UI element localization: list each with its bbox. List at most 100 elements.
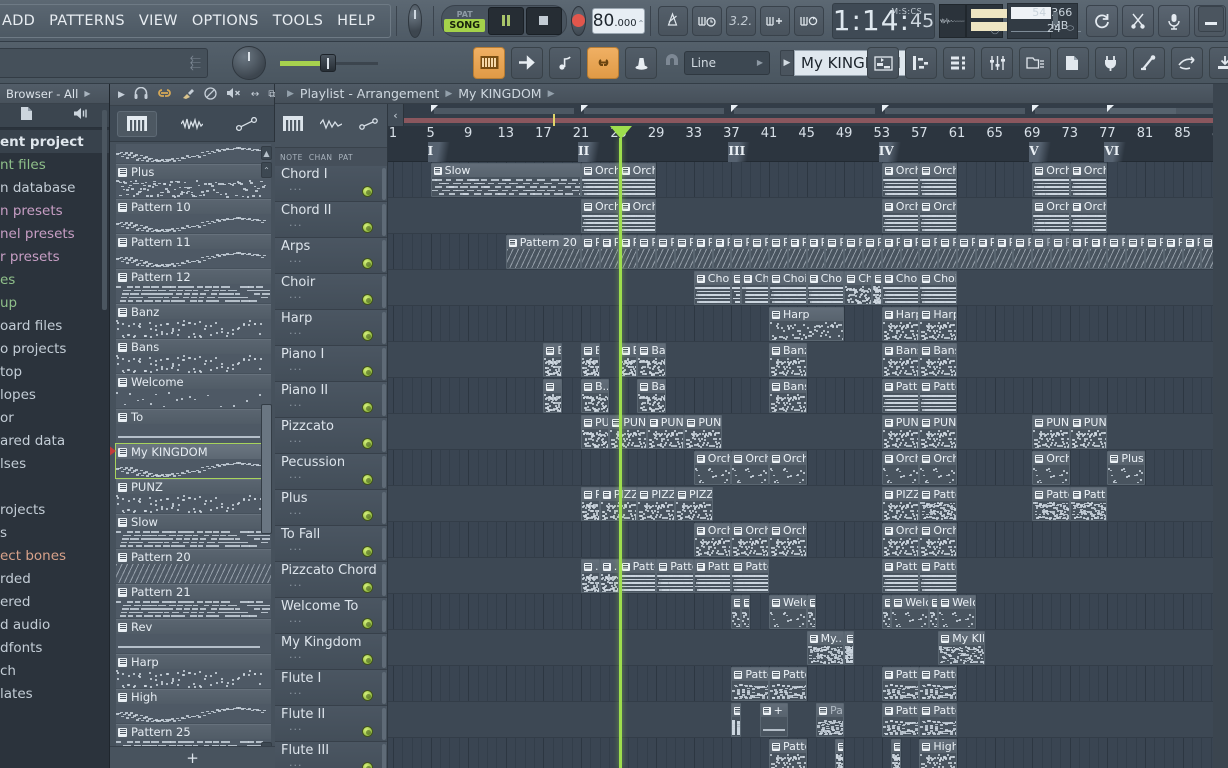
pattern-name-row[interactable]: Plus: [116, 164, 271, 179]
playlist-clip[interactable]: Pa..: [599, 235, 619, 269]
track-enable-led[interactable]: [362, 294, 373, 305]
track-header[interactable]: Pizzcato ···: [275, 418, 387, 454]
playlist-clip[interactable]: My..DOM: [806, 631, 845, 665]
metronome-icon[interactable]: [657, 5, 688, 36]
playlist-clip[interactable]: Choir Ooh: [769, 271, 807, 305]
magnet-icon[interactable]: [664, 53, 680, 72]
playlist-clip[interactable]: [834, 739, 845, 768]
playlist-clip[interactable]: Pa..: [1163, 235, 1183, 269]
playlist-clip[interactable]: Orchestral #3: [1032, 163, 1070, 197]
track-header[interactable]: My Kingdom ···: [275, 634, 387, 670]
playlist-clip[interactable]: Pa..: [712, 235, 732, 269]
playlist-clip[interactable]: Banz: [637, 343, 666, 377]
playlist-clip[interactable]: Orchestral #2: [618, 199, 657, 233]
scissors-icon[interactable]: [1122, 4, 1154, 37]
track-resize-handle[interactable]: [382, 420, 386, 452]
playlist-clip[interactable]: [806, 595, 816, 629]
playlist-clip[interactable]: Orche..ral #2: [919, 199, 957, 233]
track-enable-led[interactable]: [362, 690, 373, 701]
pattern-scroll-thumb-top[interactable]: ⌃: [261, 162, 272, 178]
playlist-clip[interactable]: Bans: [881, 343, 920, 377]
pattern-name-row[interactable]: Pattern 25: [116, 724, 271, 739]
playlist-clip[interactable]: PUNZ: [1032, 415, 1070, 449]
browser-item[interactable]: ect bones: [0, 544, 109, 567]
browser-item[interactable]: top: [0, 360, 109, 383]
master-pitch-knob[interactable]: [407, 3, 423, 38]
pattern-list-item[interactable]: Pattern 11: [116, 234, 271, 268]
playlist-clip[interactable]: Pa..: [1126, 235, 1145, 269]
browser-item[interactable]: r presets: [0, 245, 109, 268]
playlist-clip[interactable]: Pattern 20: [505, 235, 581, 269]
pattern-name-row[interactable]: PUNZ: [116, 479, 271, 494]
typing-keyboard-to-piano-icon[interactable]: [473, 46, 505, 79]
playlist-clip[interactable]: [731, 271, 741, 305]
plugin-picker-icon[interactable]: [1095, 46, 1127, 79]
refresh-icon[interactable]: [1086, 4, 1118, 37]
track-enable-led[interactable]: [362, 258, 373, 269]
browser-item[interactable]: o projects: [0, 337, 109, 360]
playlist-clip[interactable]: Orchestral # 4: [731, 523, 769, 557]
pattern-list-item[interactable]: PUNZ: [116, 479, 271, 513]
playlist-clip[interactable]: Welcome: [938, 595, 976, 629]
playlist-clip[interactable]: [891, 739, 901, 768]
track-resize-handle[interactable]: [382, 672, 386, 704]
stop-button[interactable]: [525, 6, 562, 35]
pattern-list-item[interactable]: Bans: [116, 339, 271, 373]
pattern-list-item[interactable]: My KINGDOM: [110, 443, 272, 479]
playlist-clip[interactable]: Pa..: [731, 235, 751, 269]
playlist-clip[interactable]: Pattern 21: [881, 559, 920, 593]
chevron-right-icon[interactable]: ▶: [84, 89, 90, 98]
playlist-clip[interactable]: PUNZ: [919, 415, 957, 449]
playlist-clip[interactable]: Pattern 21: [618, 559, 657, 593]
pattern-scroll-up[interactable]: ▲: [261, 146, 272, 160]
channel-rack-icon[interactable]: [943, 46, 975, 79]
track-header[interactable]: Arps ···: [275, 238, 387, 274]
playlist-clip[interactable]: Pattern 12: [881, 379, 920, 413]
playlist-clip[interactable]: Orchestral #3: [618, 163, 657, 197]
menu-item-options[interactable]: OPTIONS: [185, 9, 266, 33]
playlist-clip[interactable]: PIZZ: [581, 487, 600, 521]
pattern-name-row[interactable]: Pattern 11: [116, 234, 271, 249]
pattern-name-row[interactable]: Welcome: [116, 374, 271, 389]
playlist-clip[interactable]: Pattern 21: [693, 559, 732, 593]
playlist-clip[interactable]: Pa..: [806, 235, 826, 269]
menu-bar[interactable]: ADD PATTERNS VIEW OPTIONS TOOLS HELP: [0, 3, 392, 38]
playlist-clip[interactable]: Pattern 21: [656, 559, 694, 593]
pattern-list-item[interactable]: Pattern 25: [116, 724, 271, 746]
time-display[interactable]: 1:14 : 45 M:S:CS: [831, 2, 936, 39]
playlist-clip[interactable]: Pa..: [1107, 235, 1127, 269]
track-header[interactable]: Chord I ···: [275, 166, 387, 202]
playlist-clip[interactable]: Orchestral: [769, 451, 807, 485]
playlist-clip[interactable]: Pattern 11: [919, 703, 957, 737]
pattern-list-item[interactable]: Harp: [116, 654, 271, 688]
browser-item[interactable]: n database: [0, 176, 109, 199]
menu-item-patterns[interactable]: PATTERNS: [42, 9, 132, 33]
playlist-clip[interactable]: Pattern 10: [731, 667, 769, 701]
playlist-clip[interactable]: Orche..ral #4: [769, 523, 807, 557]
playlist-clip[interactable]: Harp: [769, 307, 845, 341]
pattern-name-row[interactable]: High: [116, 689, 271, 704]
pattern-list-item[interactable]: Pattern 12: [116, 269, 271, 303]
browser-item[interactable]: ared data: [0, 429, 109, 452]
pattern-name-row[interactable]: Bans: [116, 339, 271, 354]
playlist-clip[interactable]: Choir Oo: [844, 271, 873, 305]
grid-track-row[interactable]: [388, 378, 1228, 414]
playlist-clip[interactable]: Welcome: [769, 595, 807, 629]
playlist-clip[interactable]: Pa..: [816, 703, 845, 737]
playlist-clip[interactable]: Pattern 10: [919, 667, 957, 701]
pattern-name-row[interactable]: Banz: [116, 304, 271, 319]
playlist-clip[interactable]: Orchestral #2: [581, 199, 619, 233]
playlist-clip[interactable]: Harp: [919, 307, 957, 341]
browser-item[interactable]: or: [0, 406, 109, 429]
project-picker-icon[interactable]: [1057, 46, 1089, 79]
microphone-icon[interactable]: [1158, 4, 1190, 37]
browser-item[interactable]: up: [0, 291, 109, 314]
track-resize-handle[interactable]: [382, 240, 386, 272]
track-resize-handle[interactable]: [382, 384, 386, 416]
playlist-clip[interactable]: PUNZ: [881, 415, 920, 449]
playlist-clip[interactable]: Pa..: [938, 235, 957, 269]
track-header[interactable]: Piano I ···: [275, 346, 387, 382]
playlist-clip[interactable]: Orchestral #2: [881, 199, 920, 233]
link-icon[interactable]: [587, 46, 619, 79]
browser-item[interactable]: [0, 475, 109, 498]
